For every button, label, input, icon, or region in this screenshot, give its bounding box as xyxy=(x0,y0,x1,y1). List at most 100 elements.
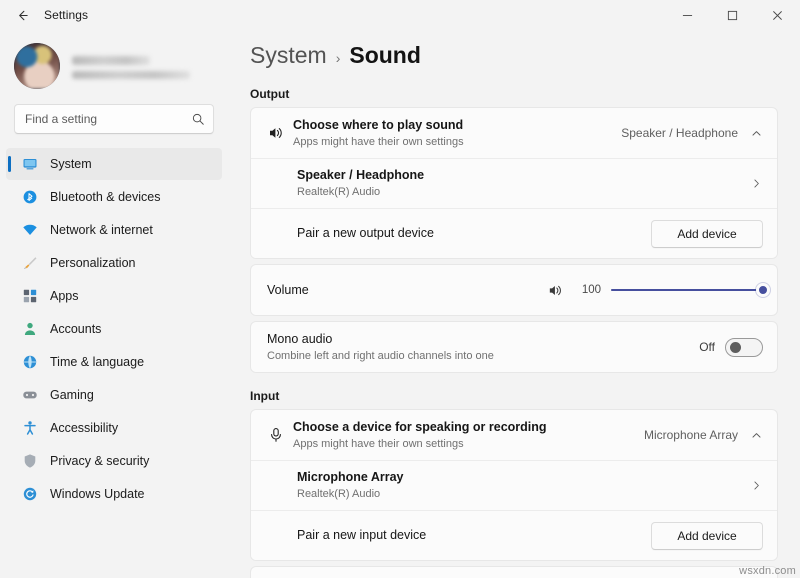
speaker-icon xyxy=(267,124,293,142)
pair-new-output-device-row: Pair a new output device Add device xyxy=(251,208,777,258)
accessibility-icon xyxy=(22,420,38,436)
choose-output-right: Speaker / Headphone xyxy=(621,126,763,140)
mono-audio-title: Mono audio xyxy=(267,332,699,347)
pair-output-text: Pair a new output device xyxy=(297,226,651,241)
input-volume-card: Volume 100 xyxy=(250,566,778,578)
choose-input-right: Microphone Array xyxy=(644,428,763,442)
pair-output-title: Pair a new output device xyxy=(297,226,651,241)
mono-audio-state: Off xyxy=(699,340,715,354)
settings-window: Settings xyxy=(0,0,800,578)
chevron-up-icon[interactable] xyxy=(750,127,763,140)
choose-input-text: Choose a device for speaking or recordin… xyxy=(293,420,644,451)
sidebar-item-bluetooth-devices[interactable]: Bluetooth & devices xyxy=(6,181,222,213)
sidebar-item-label: Network & internet xyxy=(50,223,153,237)
sidebar-item-windows-update[interactable]: Windows Update xyxy=(6,478,222,510)
breadcrumb-parent[interactable]: System xyxy=(250,42,327,69)
output-volume-row: Volume 100 xyxy=(251,265,777,315)
back-button[interactable] xyxy=(6,0,38,30)
output-volume-slider[interactable] xyxy=(611,281,763,299)
mono-audio-control: Off xyxy=(699,338,763,357)
output-device-card: Choose where to play sound Apps might ha… xyxy=(250,107,778,259)
minimize-button[interactable] xyxy=(665,0,710,30)
sidebar-item-apps[interactable]: Apps xyxy=(6,280,222,312)
sidebar-item-time-language[interactable]: Time & language xyxy=(6,346,222,378)
bluetooth-icon xyxy=(22,189,38,205)
input-volume-row: Volume 100 xyxy=(251,567,777,578)
mono-audio-card: Mono audio Combine left and right audio … xyxy=(250,321,778,373)
choose-output-title: Choose where to play sound xyxy=(293,118,621,133)
speaker-icon xyxy=(547,282,567,299)
sidebar-item-label: Windows Update xyxy=(50,487,145,501)
sidebar: System Bluetooth & devices Network & int… xyxy=(0,30,228,578)
sidebar-item-label: Apps xyxy=(50,289,79,303)
search-icon xyxy=(191,112,205,126)
maximize-button[interactable] xyxy=(710,0,755,30)
main-content: System › Sound Output Choose where to pl… xyxy=(228,30,800,578)
output-device-row[interactable]: Speaker / Headphone Realtek(R) Audio xyxy=(251,158,777,208)
output-device-subtitle: Realtek(R) Audio xyxy=(297,185,750,199)
search-box[interactable] xyxy=(14,104,214,134)
sidebar-item-gaming[interactable]: Gaming xyxy=(6,379,222,411)
microphone-icon xyxy=(267,426,293,444)
account-tile[interactable] xyxy=(0,30,228,92)
site-watermark: wsxdn.com xyxy=(739,565,796,577)
chevron-right-icon[interactable] xyxy=(750,479,763,492)
window-controls xyxy=(665,0,800,30)
search-input[interactable] xyxy=(25,112,191,126)
choose-input-title: Choose a device for speaking or recordin… xyxy=(293,420,644,435)
add-input-device-button[interactable]: Add device xyxy=(651,522,763,550)
chevron-up-icon[interactable] xyxy=(750,429,763,442)
breadcrumb-separator: › xyxy=(336,50,341,66)
sidebar-item-label: Accounts xyxy=(50,322,101,336)
sidebar-item-privacy-security[interactable]: Privacy & security xyxy=(6,445,222,477)
output-section-label: Output xyxy=(228,69,800,107)
choose-output-device-row[interactable]: Choose where to play sound Apps might ha… xyxy=(251,108,777,158)
sidebar-item-accessibility[interactable]: Accessibility xyxy=(6,412,222,444)
pair-input-text: Pair a new input device xyxy=(297,528,651,543)
mono-audio-toggle[interactable] xyxy=(725,338,763,357)
arrow-left-icon xyxy=(15,8,30,23)
close-button[interactable] xyxy=(755,0,800,30)
output-volume-card: Volume 100 xyxy=(250,264,778,316)
input-section-label: Input xyxy=(228,373,800,409)
choose-output-text: Choose where to play sound Apps might ha… xyxy=(293,118,621,149)
input-device-card: Choose a device for speaking or recordin… xyxy=(250,409,778,561)
choose-output-value: Speaker / Headphone xyxy=(621,126,738,140)
sidebar-nav: System Bluetooth & devices Network & int… xyxy=(0,148,228,510)
sidebar-item-label: System xyxy=(50,157,92,171)
output-device-text: Speaker / Headphone Realtek(R) Audio xyxy=(297,168,750,199)
sidebar-item-system[interactable]: System xyxy=(6,148,222,180)
update-icon xyxy=(22,486,38,502)
choose-input-subtitle: Apps might have their own settings xyxy=(293,437,644,451)
sidebar-item-network-internet[interactable]: Network & internet xyxy=(6,214,222,246)
input-device-row[interactable]: Microphone Array Realtek(R) Audio xyxy=(251,460,777,510)
title-bar: Settings xyxy=(0,0,800,30)
input-volume-text: Volume xyxy=(267,573,547,578)
pair-input-title: Pair a new input device xyxy=(297,528,651,543)
sidebar-item-label: Bluetooth & devices xyxy=(50,190,161,204)
choose-input-value: Microphone Array xyxy=(644,428,738,442)
output-volume-control: 100 xyxy=(547,281,763,299)
apps-grid-icon xyxy=(22,288,38,304)
page-title: Sound xyxy=(349,42,421,69)
account-name-redacted xyxy=(72,56,150,65)
output-volume-title: Volume xyxy=(267,283,547,298)
app-title: Settings xyxy=(44,8,88,22)
gamepad-icon xyxy=(22,387,38,403)
input-device-subtitle: Realtek(R) Audio xyxy=(297,487,750,501)
choose-output-subtitle: Apps might have their own settings xyxy=(293,135,621,149)
breadcrumb: System › Sound xyxy=(228,30,800,69)
globe-clock-icon xyxy=(22,354,38,370)
choose-input-device-row[interactable]: Choose a device for speaking or recordin… xyxy=(251,410,777,460)
output-volume-value: 100 xyxy=(577,284,601,296)
sidebar-item-accounts[interactable]: Accounts xyxy=(6,313,222,345)
input-device-text: Microphone Array Realtek(R) Audio xyxy=(297,470,750,501)
monitor-icon xyxy=(22,156,38,172)
mono-audio-text: Mono audio Combine left and right audio … xyxy=(267,332,699,363)
shield-icon xyxy=(22,453,38,469)
sidebar-item-label: Privacy & security xyxy=(50,454,149,468)
add-output-device-button[interactable]: Add device xyxy=(651,220,763,248)
chevron-right-icon[interactable] xyxy=(750,177,763,190)
paintbrush-icon xyxy=(22,255,38,271)
sidebar-item-personalization[interactable]: Personalization xyxy=(6,247,222,279)
